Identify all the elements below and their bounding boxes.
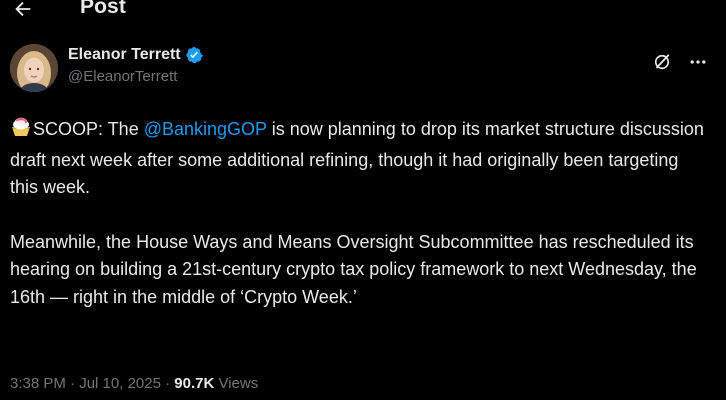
post-date[interactable]: Jul 10, 2025 [79, 375, 161, 392]
verified-badge-icon [185, 46, 203, 64]
meta-separator: · [160, 375, 175, 392]
grok-button[interactable] [648, 48, 676, 76]
page-header: Post [0, 0, 726, 24]
author-display-name[interactable]: Eleanor Terrett [68, 46, 181, 64]
name-line: Eleanor Terrett [68, 46, 203, 64]
author-handle[interactable]: @EleanorTerrett [68, 68, 203, 85]
page-title: Post [80, 0, 126, 18]
author-names: Eleanor Terrett @EleanorTerrett [68, 46, 203, 85]
post-text-segment: SCOOP: The [33, 119, 144, 139]
avatar[interactable] [10, 44, 58, 92]
post-text: SCOOP: The @BankingGOP is now planning t… [10, 116, 710, 311]
author-row: Eleanor Terrett @EleanorTerrett [10, 44, 716, 96]
mention-link[interactable]: @BankingGOP [144, 119, 267, 139]
more-dots-icon [690, 60, 706, 64]
views-label: Views [214, 375, 259, 392]
post-meta: 3:38 PM · Jul 10, 2025 · 90.7K Views [10, 375, 258, 392]
avatar-image [10, 44, 58, 92]
more-options-button[interactable] [684, 48, 712, 76]
meta-separator: · [65, 375, 80, 392]
post-paragraph-1: SCOOP: The @BankingGOP is now planning t… [10, 116, 710, 202]
post-time[interactable]: 3:38 PM [10, 375, 66, 392]
views-count: 90.7K [174, 375, 215, 392]
shaved-ice-icon [10, 116, 32, 147]
back-button[interactable] [6, 0, 40, 24]
grok-icon [654, 54, 670, 70]
back-arrow-icon [15, 1, 31, 17]
post-paragraph-2: Meanwhile, the House Ways and Means Over… [10, 231, 702, 307]
